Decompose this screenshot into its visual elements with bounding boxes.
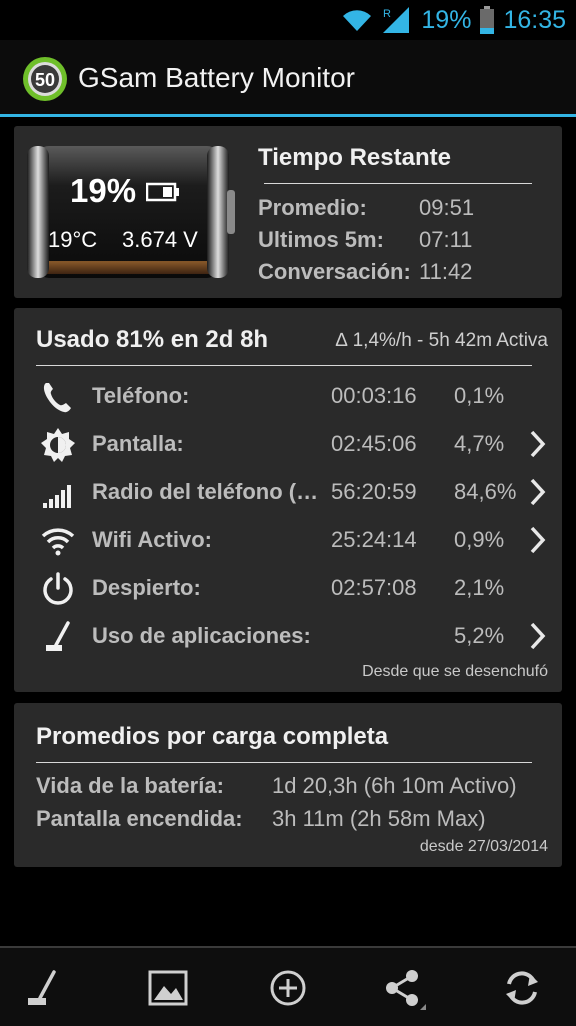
battery-life-value: 1d 20,3h (6h 10m Activo) (272, 773, 517, 798)
usage-row-wifi[interactable]: Wifi Activo: 25:24:14 0,9% (14, 517, 562, 563)
wifi-icon (41, 528, 75, 556)
remaining-last5m-value: 07:11 (419, 227, 473, 252)
usage-row-percent: 2,1% (454, 575, 505, 600)
add-circle-icon[interactable] (266, 966, 310, 1010)
usage-row-percent: 5,2% (454, 623, 505, 648)
usage-row-screen[interactable]: Pantalla: 02:45:06 4,7% (14, 421, 562, 467)
usage-divider (36, 365, 532, 366)
usage-card: Usado 81% en 2d 8h ∆ 1,4%/h - 5h 42m Act… (14, 308, 562, 692)
screen-on-value: 3h 11m (2h 58m Max) (272, 806, 486, 831)
app-logo-icon[interactable]: 50 (22, 56, 68, 102)
usage-row-label: Pantalla: (92, 431, 184, 456)
action-bar-divider (0, 114, 576, 117)
battery-graphic-icon (27, 146, 235, 278)
usage-row-time: 02:57:08 (331, 575, 417, 600)
averages-title: Promedios por carga completa (36, 723, 389, 750)
averages-divider (36, 762, 532, 763)
remaining-average-label: Promedio: (258, 195, 367, 220)
battery-temperature: 19°C (48, 227, 98, 252)
chevron-right-icon[interactable] (528, 429, 546, 459)
usage-row-time: 56:20:59 (331, 479, 417, 504)
averages-footer: desde 27/03/2014 (419, 838, 548, 855)
usage-row-time: 00:03:16 (331, 383, 417, 408)
remaining-talk-label: Conversación: (258, 259, 411, 284)
battery-level-fill (39, 261, 217, 274)
averages-card: Promedios por carga completa Vida de la … (14, 703, 562, 867)
usage-title: Usado 81% en 2d 8h (36, 326, 269, 353)
chevron-right-icon[interactable] (528, 477, 546, 507)
app-logo-number: 50 (35, 70, 55, 90)
battery-life-label: Vida de la batería: (36, 773, 224, 798)
usage-row-awake[interactable]: Despierto: 02:57:08 2,1% (14, 565, 562, 611)
screen-on-label: Pantalla encendida: (36, 806, 243, 831)
wifi-icon (343, 10, 372, 32)
usage-row-label: Radio del teléfono (… (92, 479, 319, 504)
signal-bars-icon (43, 485, 71, 508)
usage-row-radio[interactable]: Radio del teléfono (… 56:20:59 84,6% (14, 469, 562, 515)
usage-row-apps[interactable]: Uso de aplicaciones: 5,2% (14, 613, 562, 659)
usage-row-label: Teléfono: (92, 383, 190, 408)
battery-small-icon (146, 182, 179, 202)
usage-row-percent: 4,7% (454, 431, 505, 456)
roaming-badge: R (383, 8, 391, 20)
remaining-talk-value: 11:42 (419, 259, 473, 284)
battery-card[interactable]: 19% 19°C 3.674 V Tiempo Restante Promedi… (14, 126, 562, 298)
remaining-average-value: 09:51 (419, 195, 475, 220)
app-usage-icon[interactable] (20, 966, 64, 1010)
usage-row-time: 25:24:14 (331, 527, 417, 552)
remaining-divider (264, 183, 532, 184)
battery-percent: 19% (70, 172, 137, 209)
share-icon[interactable] (382, 966, 426, 1010)
phone-icon (43, 383, 71, 413)
app-title: GSam Battery Monitor (78, 62, 355, 93)
usage-row-label: Wifi Activo: (92, 527, 212, 552)
chevron-right-icon[interactable] (528, 621, 546, 651)
usage-row-percent: 0,1% (454, 383, 505, 408)
app-usage-icon (46, 621, 70, 651)
battery-voltage: 3.674 V (122, 227, 198, 252)
remaining-time-title: Tiempo Restante (258, 144, 451, 171)
status-battery-percent: 19% (421, 5, 472, 34)
signal-icon: R (383, 7, 410, 33)
usage-row-label: Despierto: (92, 575, 201, 600)
battery-icon (480, 6, 495, 34)
status-bar: R 19% 16:35 (0, 0, 576, 40)
power-icon (43, 572, 73, 605)
bottom-toolbar (0, 946, 576, 1026)
usage-row-label: Uso de aplicaciones: (92, 623, 311, 648)
status-time: 16:35 (503, 5, 566, 34)
remaining-last5m-label: Ultimos 5m: (258, 227, 384, 252)
usage-row-percent: 0,9% (454, 527, 505, 552)
usage-row-percent: 84,6% (454, 479, 517, 504)
usage-rate: ∆ 1,4%/h - 5h 42m Activa (335, 330, 548, 351)
screen-brightness-icon (41, 428, 75, 462)
refresh-icon[interactable] (500, 966, 544, 1010)
usage-footer: Desde que se desenchufó (362, 663, 548, 680)
usage-row-time: 02:45:06 (331, 431, 417, 456)
chevron-right-icon[interactable] (528, 525, 546, 555)
image-icon[interactable] (146, 966, 190, 1010)
usage-row-phone[interactable]: Teléfono: 00:03:16 0,1% (14, 373, 562, 419)
